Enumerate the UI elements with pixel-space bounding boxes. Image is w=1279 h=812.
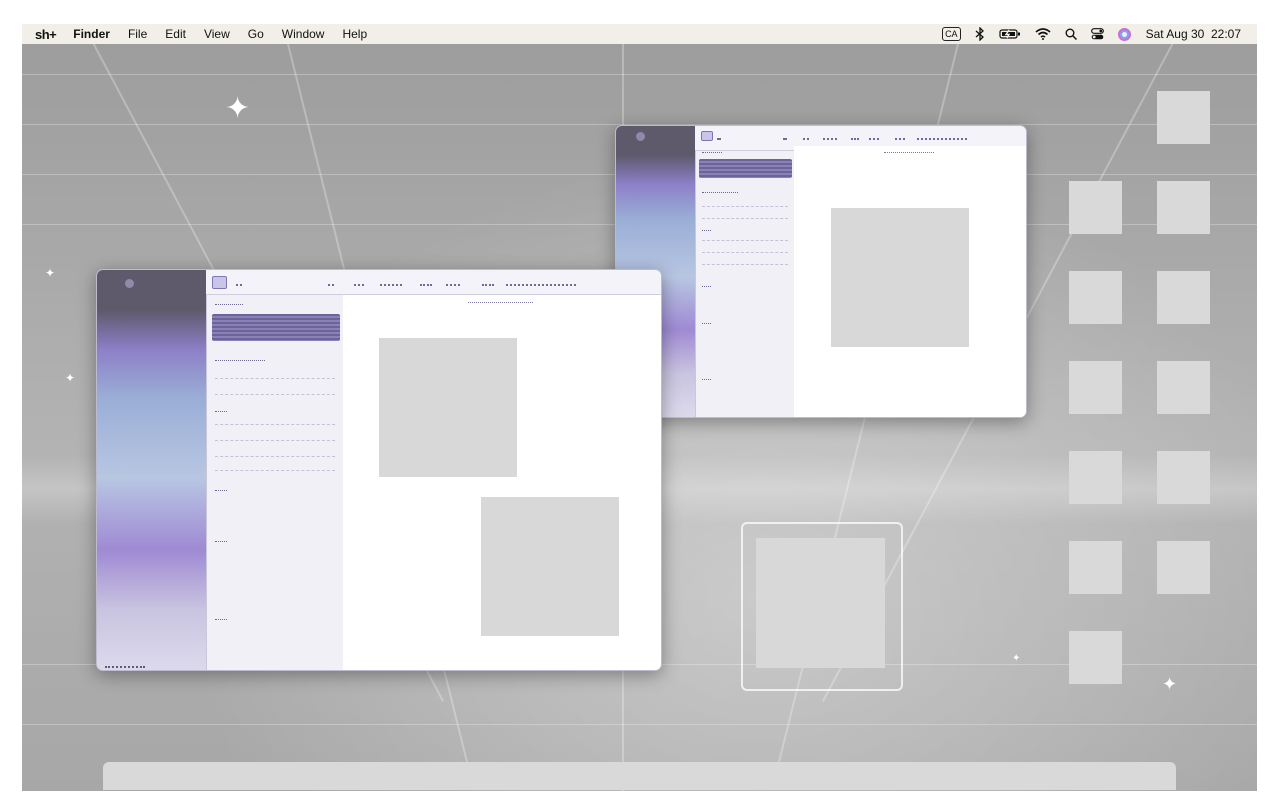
sidebar-item[interactable] [215, 438, 335, 441]
siri-icon[interactable] [1111, 27, 1138, 41]
sparkle-decoration: ✦ [1162, 674, 1178, 695]
toolbar-button[interactable] [895, 132, 905, 140]
sparkle-decoration: ✦ [1012, 653, 1021, 664]
menu-file[interactable]: File [119, 27, 156, 41]
toolbar-button[interactable] [354, 278, 364, 286]
clock-time: 22:07 [1210, 27, 1241, 41]
desktop-icon[interactable] [1157, 91, 1210, 144]
desktop-icon[interactable] [1157, 361, 1210, 414]
sidebar-section-header [215, 486, 227, 491]
menu-help[interactable]: Help [333, 27, 376, 41]
search-icon[interactable] [1058, 28, 1084, 40]
finder-toolbar [206, 270, 661, 295]
desktop-icon[interactable] [1069, 361, 1122, 414]
sidebar-item[interactable] [702, 250, 788, 253]
toolbar-button[interactable] [380, 278, 402, 286]
sidebar-item[interactable] [215, 422, 335, 425]
content-caption [884, 148, 934, 153]
status-area: CA Sat Aug 30 22:07 [935, 27, 1257, 41]
desktop-icon[interactable] [1069, 631, 1122, 684]
sidebar-section-header [702, 375, 711, 380]
sidebar-toggle-button[interactable] [701, 131, 713, 141]
sidebar-section-header [702, 319, 711, 324]
desktop-icon[interactable] [1157, 451, 1210, 504]
sidebar-section-header [215, 300, 243, 305]
sidebar-section-header [215, 356, 265, 361]
menu-app-finder[interactable]: Finder [64, 27, 119, 41]
sidebar-section-header [215, 615, 227, 620]
toolbar-button[interactable] [869, 132, 879, 140]
toolbar-button[interactable] [917, 132, 967, 140]
sidebar-item[interactable] [215, 454, 335, 457]
sidebar-item[interactable] [702, 262, 788, 265]
sidebar-item[interactable] [215, 468, 335, 471]
menubar-clock[interactable]: Sat Aug 30 22:07 [1138, 27, 1257, 41]
sparkle-decoration: ✦ [225, 91, 251, 126]
desktop-icon[interactable] [1069, 181, 1122, 234]
window-control-dot[interactable] [636, 132, 645, 141]
desktop-icon[interactable] [1157, 541, 1210, 594]
sidebar-section-header [702, 188, 738, 193]
sidebar-section-header [702, 226, 711, 231]
menu-view[interactable]: View [195, 27, 239, 41]
desktop-icon[interactable] [1069, 271, 1122, 324]
toolbar-button[interactable] [420, 278, 432, 286]
window-wallpaper-strip [97, 270, 206, 670]
sidebar-item[interactable] [215, 392, 335, 395]
sidebar-section-header [702, 282, 711, 287]
toolbar-button[interactable] [783, 132, 787, 140]
content-caption [468, 298, 533, 303]
toolbar-button[interactable] [717, 132, 721, 140]
menu-window[interactable]: Window [273, 27, 334, 41]
sidebar-toggle-button[interactable] [212, 276, 227, 289]
desktop-icon[interactable] [1157, 181, 1210, 234]
sidebar-item[interactable] [702, 238, 788, 241]
control-center-icon[interactable] [1084, 28, 1111, 40]
bluetooth-icon[interactable] [968, 27, 992, 41]
wifi-icon[interactable] [1028, 28, 1058, 40]
toolbar-button[interactable] [482, 278, 494, 286]
finder-content[interactable] [794, 146, 1026, 417]
toolbar-button[interactable] [446, 278, 460, 286]
apple-menu-logo[interactable]: sh+ [22, 27, 64, 42]
desktop-icon[interactable] [1157, 271, 1210, 324]
input-source-menu[interactable]: CA [935, 27, 968, 41]
toolbar-button[interactable] [851, 132, 859, 140]
clock-date: Sat Aug 30 [1145, 27, 1205, 41]
finder-window-front[interactable] [96, 269, 662, 671]
window-control-dot[interactable] [125, 279, 134, 288]
finder-sidebar [206, 270, 345, 670]
finder-content[interactable] [343, 295, 661, 670]
toolbar-button[interactable] [506, 278, 576, 286]
menu-bar: sh+ Finder File Edit View Go Window Help… [22, 24, 1257, 44]
sparkle-decoration: ✦ [45, 266, 56, 280]
desktop-widget[interactable] [756, 538, 885, 668]
toolbar-button[interactable] [328, 278, 334, 286]
image-placeholder[interactable] [831, 208, 969, 347]
battery-charging-icon[interactable] [992, 28, 1028, 40]
toolbar-button[interactable] [803, 132, 809, 140]
image-placeholder[interactable] [481, 497, 619, 636]
sparkle-decoration: ✦ [65, 371, 76, 385]
sidebar-item[interactable] [215, 376, 335, 379]
image-placeholder[interactable] [379, 338, 517, 477]
new-folder-label[interactable] [105, 660, 145, 668]
menu-go[interactable]: Go [239, 27, 273, 41]
toolbar-button[interactable] [236, 278, 242, 286]
toolbar-button[interactable] [823, 132, 837, 140]
dock[interactable] [103, 762, 1176, 790]
finder-window-back[interactable] [615, 125, 1027, 418]
desktop-icon[interactable] [1069, 541, 1122, 594]
finder-sidebar [695, 126, 796, 417]
menu-edit[interactable]: Edit [156, 27, 195, 41]
sidebar-selected-row[interactable] [699, 159, 792, 178]
input-source-label: CA [942, 27, 961, 41]
sidebar-section-header [215, 407, 227, 412]
sidebar-selected-row[interactable] [212, 314, 340, 341]
sidebar-section-header [215, 537, 227, 542]
sidebar-item[interactable] [702, 204, 788, 207]
desktop-icon[interactable] [1069, 451, 1122, 504]
sidebar-item[interactable] [702, 216, 788, 219]
